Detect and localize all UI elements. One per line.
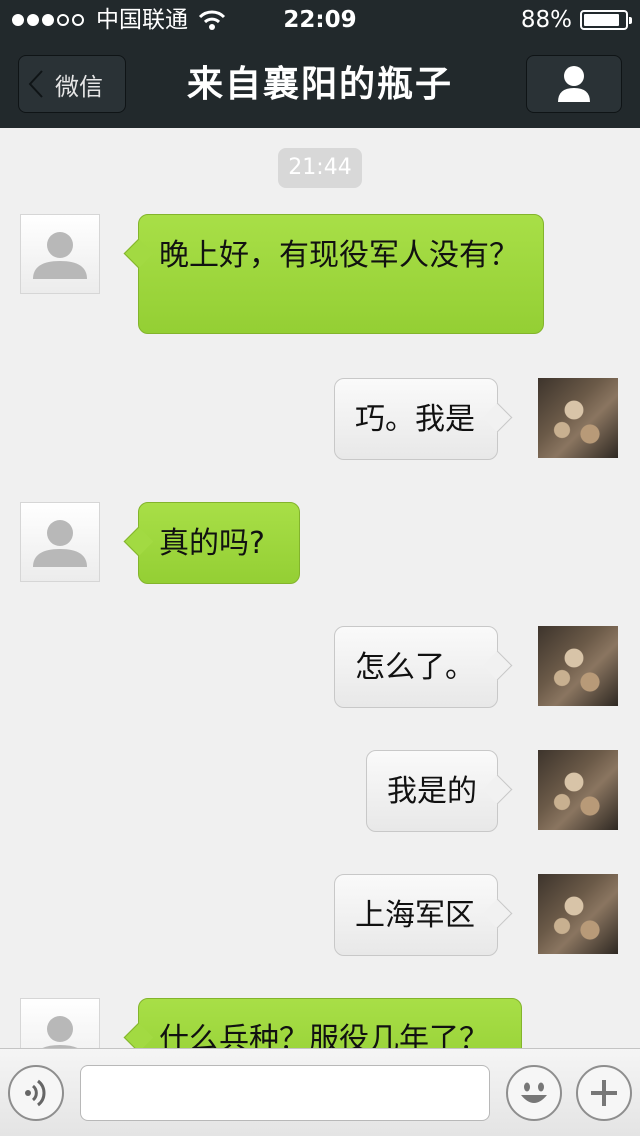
voice-icon — [25, 1079, 46, 1107]
message-bubble-outgoing[interactable]: 上海军区 — [334, 874, 498, 956]
status-bar: 中国联通 22:09 88% — [0, 0, 640, 40]
page-title: 来自襄阳的瓶子 — [186, 64, 453, 105]
chat-screen: 中国联通 22:09 88% 微信 来自襄阳的瓶子 21:44 晚上好，有现役军… — [0, 0, 640, 1136]
message-text: 巧。我是 — [355, 402, 475, 437]
message-timestamp: 21:44 — [278, 148, 362, 188]
message-bubble-outgoing[interactable]: 怎么了。 — [334, 626, 498, 708]
default-avatar-icon — [42, 1016, 78, 1048]
profile-button[interactable] — [526, 55, 622, 113]
battery-percent: 88% — [520, 7, 572, 33]
back-button[interactable]: 微信 — [18, 55, 126, 113]
back-button-label: 微信 — [55, 72, 103, 101]
message-bubble-outgoing[interactable]: 巧。我是 — [334, 378, 498, 460]
emoji-button[interactable] — [506, 1065, 562, 1121]
add-icon — [591, 1080, 617, 1106]
default-avatar-icon — [33, 520, 87, 567]
message-bubble-incoming[interactable]: 晚上好，有现役军人没有？ — [138, 214, 544, 334]
message-bubble-outgoing[interactable]: 我是的 — [366, 750, 498, 832]
voice-button[interactable] — [8, 1065, 64, 1121]
top-bar: 中国联通 22:09 88% 微信 来自襄阳的瓶子 — [0, 0, 640, 128]
message-text: 真的吗? — [159, 526, 265, 561]
message-text: 什么兵种？服役几年了？ — [159, 1022, 489, 1048]
message-list[interactable]: 21:44 晚上好，有现役军人没有？ 巧。我是 真的吗? 怎么了。 我是的 上海… — [0, 128, 640, 1048]
my-avatar[interactable] — [538, 378, 618, 458]
default-avatar-icon — [33, 232, 87, 279]
message-text: 上海军区 — [355, 898, 475, 933]
contact-avatar[interactable] — [20, 214, 100, 294]
message-bubble-incoming[interactable]: 真的吗? — [138, 502, 300, 584]
message-text: 怎么了。 — [355, 650, 475, 685]
message-text: 晚上好，有现役军人没有？ — [159, 238, 519, 273]
contact-avatar[interactable] — [20, 502, 100, 582]
chevron-left-icon — [28, 70, 43, 98]
battery-icon — [580, 10, 632, 30]
add-button[interactable] — [576, 1065, 632, 1121]
my-avatar[interactable] — [538, 874, 618, 954]
my-avatar[interactable] — [538, 750, 618, 830]
person-icon — [558, 66, 590, 102]
emoji-icon — [521, 1082, 547, 1103]
my-avatar[interactable] — [538, 626, 618, 706]
message-text: 我是的 — [387, 774, 477, 809]
contact-avatar[interactable] — [20, 998, 100, 1048]
message-input[interactable] — [80, 1065, 490, 1121]
input-bar — [0, 1048, 640, 1136]
message-bubble-incoming[interactable]: 什么兵种？服役几年了？ — [138, 998, 522, 1048]
